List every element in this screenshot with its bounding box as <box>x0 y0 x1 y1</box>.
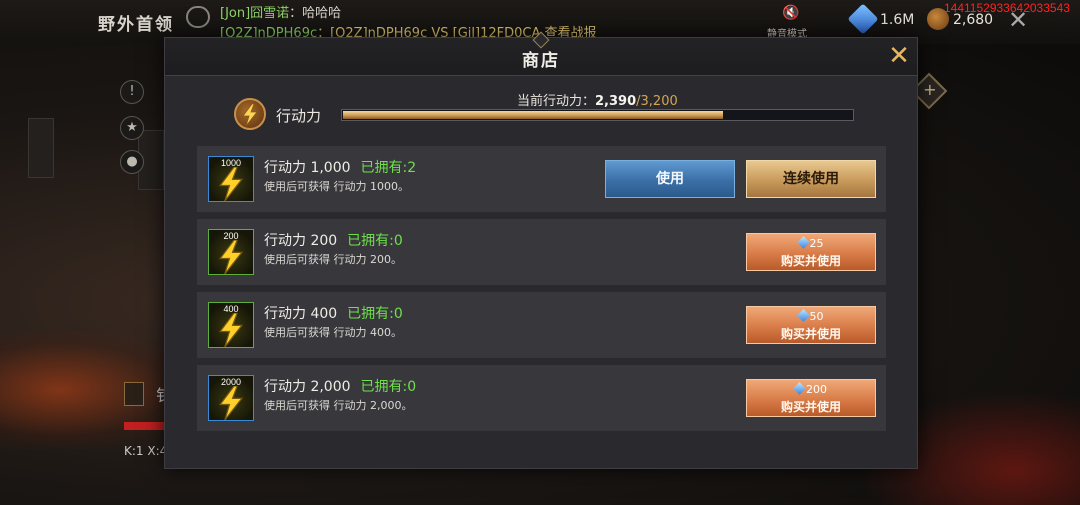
buy-and-use-label: 购买并使用 <box>780 400 841 414</box>
lightning-bolt-icon <box>234 98 266 130</box>
chat-text: ：哈哈哈 <box>289 6 342 21</box>
buy-and-use-button[interactable]: 200 购买并使用 <box>746 379 876 417</box>
use-multiple-button[interactable]: 连续使用 <box>746 160 876 198</box>
close-button[interactable]: ✕ <box>887 42 911 70</box>
dialog-header: 商店 ✕ <box>165 31 917 76</box>
buy-and-use-label: 购买并使用 <box>780 254 841 268</box>
war-banner <box>28 118 54 178</box>
item-owned-count: 已拥有:0 <box>347 306 403 322</box>
item-name: 行动力 2,000 已拥有:0 <box>264 376 416 396</box>
item-name: 行动力 400 已拥有:0 <box>264 303 403 323</box>
price-value: 25 <box>809 237 824 250</box>
item-title: 行动力 200 <box>264 233 338 249</box>
item-description: 使用后可获得 行动力 1000。 <box>264 180 409 193</box>
diamond-gem-icon <box>796 309 810 322</box>
energy-item-icon: 2000 <box>208 375 254 421</box>
shop-item-row: 2000 行动力 2,000 已拥有:0 使用后可获得 行动力 2,000。 20… <box>197 365 886 431</box>
star-icon[interactable]: ★ <box>120 116 144 140</box>
energy-item-icon: 200 <box>208 229 254 275</box>
shop-item-row: 1000 行动力 1,000 已拥有:2 使用后可获得 行动力 1000。 使用 … <box>197 146 886 212</box>
energy-progress-bar <box>341 109 854 121</box>
gem-count: 1.6M <box>880 12 915 28</box>
chat-message[interactable]: [Jon]囧雪诺：哈哈哈 <box>220 2 341 21</box>
lightning-bolt-icon <box>218 386 244 420</box>
item-description: 使用后可获得 行动力 200。 <box>264 253 402 266</box>
price-value: 50 <box>809 310 824 323</box>
diamond-gem-icon <box>793 382 806 395</box>
lightning-bolt-icon <box>218 313 244 347</box>
use-button[interactable]: 使用 <box>605 160 735 198</box>
chat-icon[interactable] <box>186 6 210 28</box>
map-coordinates: K:1 X:4 <box>124 444 168 458</box>
boss-health-bar <box>124 422 164 430</box>
shop-item-row: 400 行动力 400 已拥有:0 使用后可获得 行动力 400。 50 购买并使… <box>197 292 886 358</box>
speaker-mute-icon[interactable]: 🔇 <box>782 5 799 21</box>
location-pin-icon[interactable]: ● <box>120 150 144 174</box>
mode-title: 野外首领 <box>98 15 174 35</box>
item-description: 使用后可获得 行动力 400。 <box>264 326 402 339</box>
alert-icon[interactable]: ! <box>120 80 144 104</box>
item-title: 行动力 2,000 <box>264 379 351 395</box>
plus-icon: + <box>923 80 937 100</box>
price-value: 200 <box>806 383 827 396</box>
item-owned-count: 已拥有:0 <box>347 233 403 249</box>
item-description: 使用后可获得 行动力 2,000。 <box>264 399 413 412</box>
shop-dialog: 商店 ✕ 行动力 当前行动力：2,390/3,200 1000 行动力 1,00… <box>164 31 918 469</box>
buy-and-use-button[interactable]: 50 购买并使用 <box>746 306 876 344</box>
current-energy: 当前行动力：2,390/3,200 <box>517 90 678 109</box>
chat-speaker: [Jon]囧雪诺 <box>220 6 290 21</box>
energy-status: 行动力 当前行动力：2,390/3,200 <box>165 88 917 142</box>
diamond-gem-icon <box>796 236 810 249</box>
energy-label: 行动力 <box>276 107 322 125</box>
item-owned-count: 已拥有:0 <box>360 379 417 395</box>
item-price: 50 <box>747 309 875 323</box>
buy-and-use-label: 购买并使用 <box>780 327 841 341</box>
rank-badge-icon <box>124 382 144 406</box>
item-name: 行动力 200 已拥有:0 <box>264 230 403 250</box>
dialog-title: 商店 <box>522 51 560 71</box>
item-owned-count: 已拥有:2 <box>360 160 417 176</box>
shop-item-row: 200 行动力 200 已拥有:0 使用后可获得 行动力 200。 25 购买并使… <box>197 219 886 285</box>
lightning-bolt-icon <box>218 167 244 201</box>
energy-item-icon: 400 <box>208 302 254 348</box>
max-energy-value: 3,200 <box>640 94 678 109</box>
item-price: 200 <box>747 382 875 396</box>
item-title: 行动力 400 <box>264 306 338 322</box>
item-title: 行动力 1,000 <box>264 160 351 176</box>
energy-progress-fill <box>343 111 723 119</box>
current-energy-value: 2,390 <box>595 94 637 109</box>
current-energy-label: 当前行动力： <box>517 94 596 109</box>
buy-and-use-button[interactable]: 25 购买并使用 <box>746 233 876 271</box>
debug-id: 1441152933642033543 <box>944 1 1070 15</box>
energy-item-icon: 1000 <box>208 156 254 202</box>
item-name: 行动力 1,000 已拥有:2 <box>264 157 416 177</box>
item-price: 25 <box>747 236 875 250</box>
lightning-bolt-icon <box>218 240 244 274</box>
